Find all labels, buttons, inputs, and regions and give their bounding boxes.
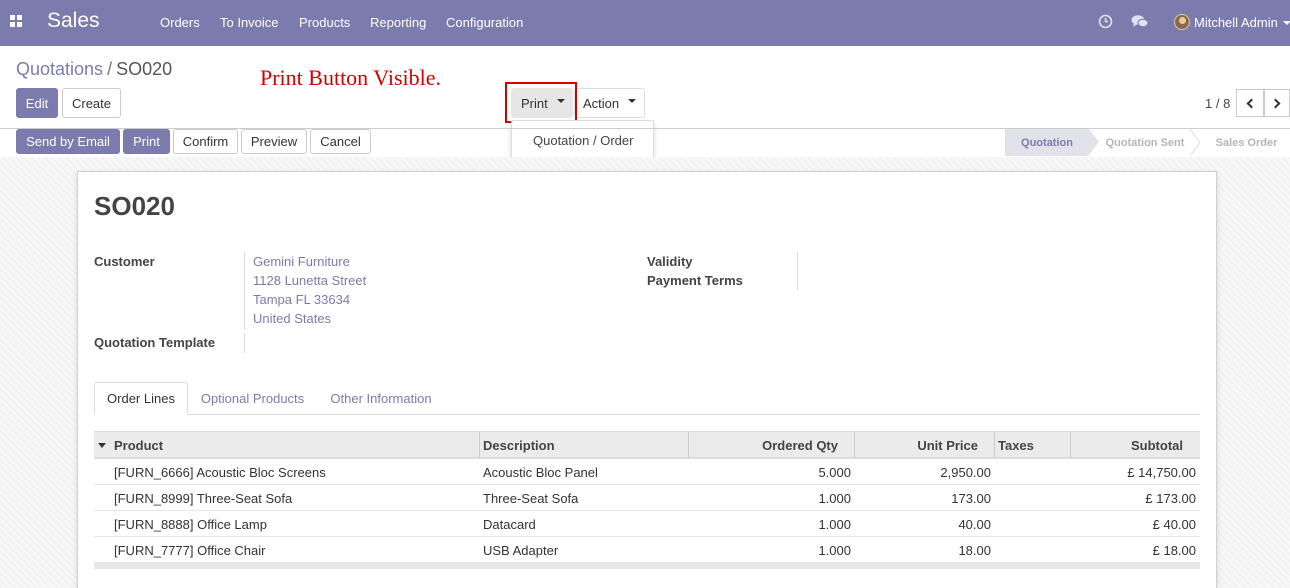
action-dropdown-button[interactable]: Action (574, 88, 645, 118)
menu-orders[interactable]: Orders (160, 15, 200, 30)
print-dropdown-menu: Quotation / Order (511, 120, 654, 158)
top-navbar: Sales Orders To Invoice Products Reporti… (0, 0, 1290, 46)
chevron-right-icon (1270, 98, 1281, 108)
table-row[interactable]: [FURN_6666] Acoustic Bloc Screens Acoust… (94, 459, 1200, 485)
edit-button[interactable]: Edit (16, 88, 58, 118)
user-menu-name[interactable]: Mitchell Admin (1194, 15, 1278, 30)
annotation-text: Print Button Visible. (260, 65, 442, 90)
customer-street[interactable]: 1128 Lunetta Street (253, 273, 366, 288)
preview-button[interactable]: Preview (241, 129, 307, 154)
column-separator (479, 432, 480, 458)
customer-name-link[interactable]: Gemini Furniture (253, 254, 350, 269)
column-product[interactable]: Product (114, 438, 163, 453)
stage-separator (1190, 129, 1201, 156)
stage-left-border (1005, 129, 1006, 156)
column-ordered-qty[interactable]: Ordered Qty (762, 438, 838, 453)
quotation-template-label: Quotation Template (94, 335, 216, 350)
chevron-left-icon (1246, 98, 1257, 108)
cell-subtotal: £ 14,750.00 (1127, 465, 1196, 480)
cell-subtotal: £ 173.00 (1145, 491, 1196, 506)
column-subtotal[interactable]: Subtotal (1131, 438, 1183, 453)
cell-price: 18.00 (958, 543, 991, 558)
chat-icon[interactable] (1131, 14, 1149, 29)
cell-price: 173.00 (951, 491, 991, 506)
stage-sales-order[interactable]: Sales Order (1203, 129, 1290, 156)
order-lines-header: Product Description Ordered Qty Unit Pri… (94, 431, 1200, 459)
pager-previous-button[interactable] (1236, 89, 1264, 117)
send-by-email-button[interactable]: Send by Email (16, 129, 120, 154)
customer-city[interactable]: Tampa FL 33634 (253, 292, 350, 307)
breadcrumb: Quotations / SO020 (16, 59, 172, 80)
column-description[interactable]: Description (483, 438, 555, 453)
highlight-box (505, 82, 577, 123)
statusbar: Quotation Quotation Sent Sales Order (1005, 129, 1290, 156)
cell-price: 2,950.00 (940, 465, 991, 480)
cell-qty: 1.000 (818, 517, 851, 532)
cell-description: Datacard (483, 517, 536, 532)
print-button[interactable]: Print (123, 129, 170, 154)
caret-down-icon[interactable] (1283, 21, 1290, 25)
menu-item-quotation-order[interactable]: Quotation / Order (533, 133, 633, 148)
menu-products[interactable]: Products (299, 15, 350, 30)
cell-product: [FURN_8888] Office Lamp (114, 517, 267, 532)
cell-price: 40.00 (958, 517, 991, 532)
stage-quotation[interactable]: Quotation (1005, 129, 1089, 156)
customer-country[interactable]: United States (253, 311, 331, 326)
apps-icon[interactable] (10, 15, 23, 28)
cell-product: [FURN_8999] Three-Seat Sofa (114, 491, 293, 506)
confirm-button[interactable]: Confirm (173, 129, 238, 154)
menu-to-invoice[interactable]: To Invoice (220, 15, 279, 30)
menu-reporting[interactable]: Reporting (370, 15, 426, 30)
table-footer (94, 563, 1200, 569)
cell-description: Three-Seat Sofa (483, 491, 579, 506)
customer-label: Customer (94, 254, 155, 269)
column-separator (688, 432, 689, 458)
cell-product: [FURN_6666] Acoustic Bloc Screens (114, 465, 326, 480)
table-row[interactable]: [FURN_8888] Office Lamp Datacard 1.000 4… (94, 511, 1200, 537)
avatar[interactable] (1174, 14, 1190, 30)
pager-next-button[interactable] (1264, 89, 1290, 117)
cell-qty: 1.000 (818, 491, 851, 506)
breadcrumb-parent[interactable]: Quotations (16, 59, 103, 79)
app-name[interactable]: Sales (47, 9, 100, 33)
column-unit-price[interactable]: Unit Price (917, 438, 978, 453)
create-button[interactable]: Create (62, 88, 121, 118)
column-separator (994, 432, 995, 458)
breadcrumb-current: SO020 (116, 59, 173, 79)
validity-label: Validity (647, 254, 693, 269)
cell-product: [FURN_7777] Office Chair (114, 543, 266, 558)
menu-configuration[interactable]: Configuration (446, 15, 523, 30)
cell-description: USB Adapter (483, 543, 559, 558)
breadcrumb-separator: / (107, 59, 113, 79)
cell-qty: 1.000 (818, 543, 851, 558)
column-taxes[interactable]: Taxes (998, 438, 1034, 453)
field-separator (244, 333, 245, 353)
column-separator (854, 432, 855, 458)
cancel-button[interactable]: Cancel (310, 129, 371, 154)
stage-quotation-sent[interactable]: Quotation Sent (1099, 129, 1191, 156)
clock-icon[interactable] (1098, 14, 1113, 29)
cell-qty: 5.000 (818, 465, 851, 480)
cell-description: Acoustic Bloc Panel (483, 465, 598, 480)
payment-terms-label: Payment Terms (647, 273, 743, 288)
pager-value[interactable]: 1 / 8 (1205, 96, 1230, 111)
field-separator (797, 252, 798, 290)
cell-subtotal: £ 40.00 (1152, 517, 1196, 532)
action-dropdown-label: Action (583, 95, 620, 111)
column-separator (1070, 432, 1071, 458)
tab-other-information[interactable]: Other Information (317, 382, 445, 415)
caret-down-icon (628, 99, 637, 103)
table-row[interactable]: [FURN_8999] Three-Seat Sofa Three-Seat S… (94, 485, 1200, 511)
cell-subtotal: £ 18.00 (1152, 543, 1196, 558)
tab-optional-products[interactable]: Optional Products (188, 382, 317, 415)
field-separator (244, 252, 245, 330)
order-name: SO020 (94, 191, 175, 221)
sort-caret-icon[interactable] (98, 443, 106, 448)
tab-order-lines[interactable]: Order Lines (94, 382, 188, 415)
table-row[interactable]: [FURN_7777] Office Chair USB Adapter 1.0… (94, 537, 1200, 563)
stage-arrow (1089, 129, 1099, 155)
